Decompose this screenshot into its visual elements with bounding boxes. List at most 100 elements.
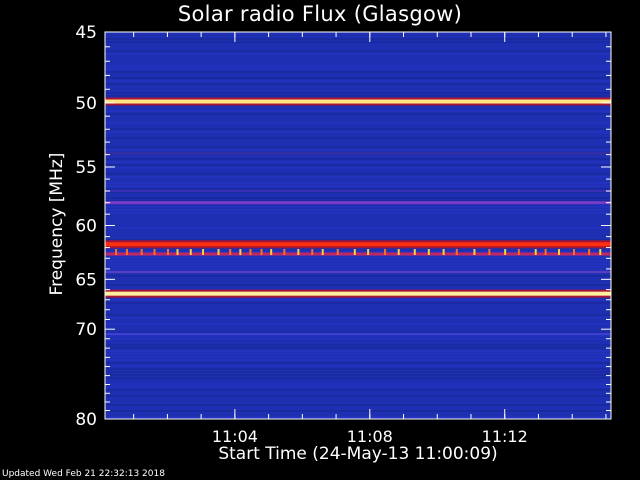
texture-stripe xyxy=(105,131,611,133)
burst-marker xyxy=(504,249,507,256)
texture-stripe xyxy=(105,224,611,226)
burst-marker xyxy=(384,249,387,256)
texture-stripe xyxy=(105,107,611,109)
texture-stripe xyxy=(105,353,611,355)
burst-marker xyxy=(176,249,179,256)
texture-stripe xyxy=(105,65,611,67)
texture-stripe xyxy=(105,179,611,181)
texture-stripe xyxy=(105,371,611,373)
texture-stripe xyxy=(105,374,611,376)
texture-stripe xyxy=(105,338,611,340)
texture-stripe xyxy=(105,236,611,238)
texture-stripe xyxy=(105,113,611,115)
y-tick-label: 60 xyxy=(75,217,97,237)
burst-marker xyxy=(367,249,370,256)
texture-stripe xyxy=(105,317,611,319)
band-57 xyxy=(105,189,611,192)
burst-marker xyxy=(544,249,547,256)
texture-stripe xyxy=(105,194,611,196)
texture-stripe xyxy=(105,356,611,358)
texture-stripe xyxy=(105,215,611,217)
burst-marker xyxy=(166,249,169,256)
texture-stripe xyxy=(105,149,611,151)
x-axis-label: Start Time (24-May-13 11:00:09) xyxy=(218,444,498,464)
texture-stripe xyxy=(105,323,611,325)
texture-stripe xyxy=(105,305,611,307)
texture-stripe xyxy=(105,326,611,328)
texture-stripe xyxy=(105,116,611,118)
texture-stripe xyxy=(105,176,611,178)
texture-stripe xyxy=(105,308,611,310)
texture-stripe xyxy=(105,134,611,136)
texture-stripe xyxy=(105,257,611,259)
texture-stripe xyxy=(105,413,611,415)
updated-timestamp: Updated Wed Feb 21 22:32:13 2018 xyxy=(2,469,165,479)
burst-marker xyxy=(599,249,602,256)
spectrogram-chart: 45505560657080 11:04 11:08 11:12 xyxy=(75,23,612,446)
burst-marker xyxy=(189,249,192,256)
y-tick-label: 55 xyxy=(75,158,97,178)
texture-stripe xyxy=(105,233,611,235)
burst-marker xyxy=(115,249,118,256)
texture-stripe xyxy=(105,95,611,97)
band-58 xyxy=(105,201,611,205)
texture-stripe xyxy=(105,401,611,403)
texture-stripe xyxy=(105,197,611,199)
texture-stripe xyxy=(105,41,611,43)
texture-stripe xyxy=(105,80,611,82)
y-tick-label: 65 xyxy=(75,270,97,290)
texture-stripe xyxy=(105,143,611,145)
burst-marker xyxy=(217,249,220,256)
texture-stripe xyxy=(105,227,611,229)
burst-marker xyxy=(260,249,263,256)
texture-stripe xyxy=(105,173,611,175)
plot-background xyxy=(105,32,611,419)
texture-stripe xyxy=(105,47,611,49)
y-tick-label: 70 xyxy=(75,320,97,340)
texture-stripe xyxy=(105,386,611,388)
texture-stripe xyxy=(105,284,611,286)
texture-stripe xyxy=(105,416,611,418)
texture-stripe xyxy=(105,155,611,157)
texture-stripe xyxy=(105,53,611,55)
burst-marker xyxy=(202,249,205,256)
texture-stripe xyxy=(105,59,611,61)
texture-stripe xyxy=(105,278,611,280)
texture-stripe xyxy=(105,74,611,76)
burst-marker xyxy=(140,249,143,256)
burst-marker xyxy=(488,249,491,256)
texture-stripe xyxy=(105,188,611,190)
burst-marker xyxy=(283,249,286,256)
texture-stripe xyxy=(105,329,611,331)
burst-marker xyxy=(229,249,232,256)
texture-stripe xyxy=(105,380,611,382)
texture-stripe xyxy=(105,344,611,346)
texture-stripe xyxy=(105,230,611,232)
burst-marker xyxy=(249,249,252,256)
texture-stripe xyxy=(105,341,611,343)
texture-stripe xyxy=(105,140,611,142)
texture-stripe xyxy=(105,302,611,304)
texture-stripe xyxy=(105,206,611,208)
y-tick-label: 80 xyxy=(75,410,97,430)
texture-stripe xyxy=(105,263,611,265)
burst-marker xyxy=(270,249,273,256)
texture-stripe xyxy=(105,161,611,163)
texture-stripe xyxy=(105,377,611,379)
texture-stripe xyxy=(105,50,611,52)
texture-stripe xyxy=(105,320,611,322)
texture-stripe xyxy=(105,392,611,394)
chart-title: Solar radio Flux (Glasgow) xyxy=(177,2,463,26)
texture-stripe xyxy=(105,71,611,73)
burst-marker xyxy=(572,249,575,256)
burst-marker xyxy=(125,249,128,256)
y-tick-label: 45 xyxy=(75,23,97,43)
texture-stripe xyxy=(105,89,611,91)
texture-stripe xyxy=(105,389,611,391)
band-61.7 xyxy=(105,242,611,247)
texture-stripe xyxy=(105,395,611,397)
burst-marker xyxy=(239,249,242,256)
texture-stripe xyxy=(105,404,611,406)
texture-stripe xyxy=(105,383,611,385)
texture-stripe xyxy=(105,86,611,88)
